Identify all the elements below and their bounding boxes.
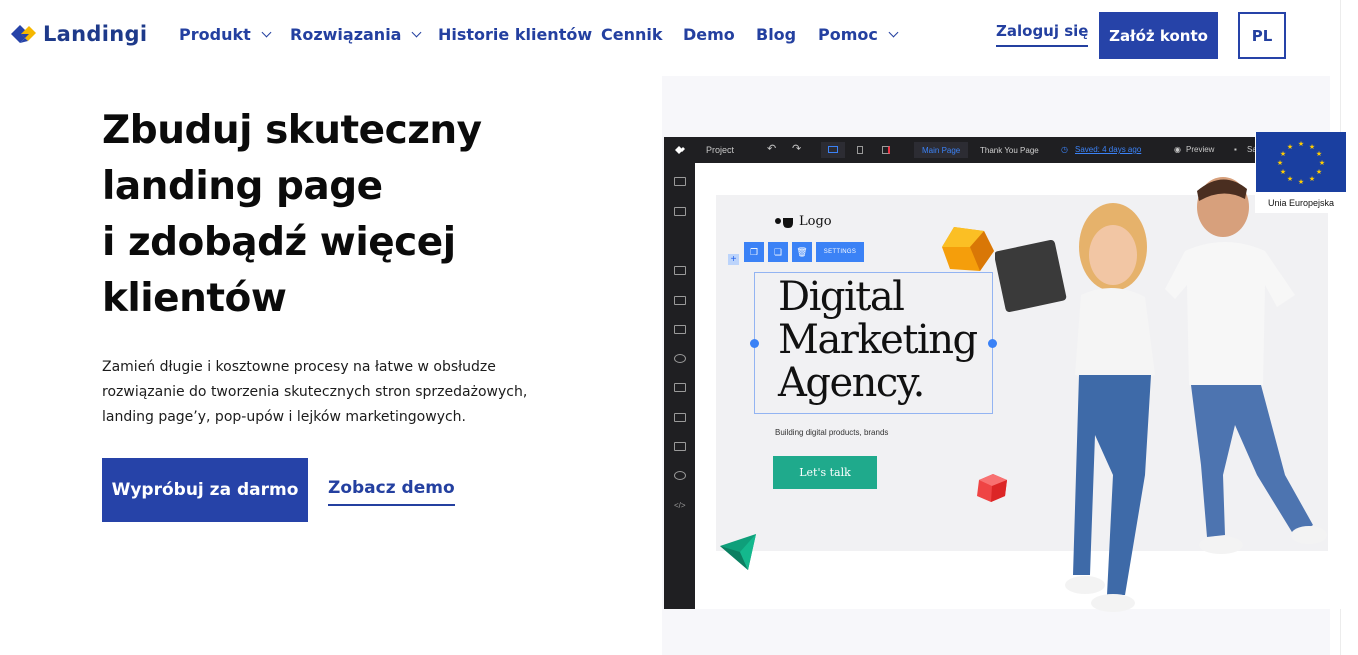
svg-text:★: ★ [1319,159,1325,167]
hero-description: Zamień długie i kosztowne procesy na łat… [102,359,528,425]
popup-view-icon [882,146,890,154]
happy-people-illustration [995,177,1327,612]
nav-label: Demo [683,25,735,44]
canvas-logo: Logo [774,214,832,229]
resize-handle-left [750,339,759,348]
landingi-logo-icon [675,146,685,154]
hero-title-part: i zdobądź [102,220,320,265]
chevron-down-icon [888,27,899,37]
preview-label: Preview [1186,145,1215,154]
svg-text:★: ★ [1287,175,1293,183]
redo-icon: ↷ [792,143,802,155]
logo-mark-icon [775,217,793,228]
canvas-headline: Digital Marketing Agency. [778,274,978,406]
editor-toolbar: Project ↶ ↷ Main Page Thank You Page ◷ S… [664,137,1344,163]
hero-title-bold: więcej [319,220,456,265]
orange-cube-icon [942,227,994,271]
svg-text:★: ★ [1287,143,1293,151]
trash-icon: 🗑 [792,242,812,262]
chevron-down-icon [261,27,272,37]
saved-status: Saved: 4 days ago [1075,145,1142,154]
nav-label: Blog [756,25,797,44]
hero-title-part: Zbuduj [102,108,266,153]
hero-title-bold: skuteczny [265,108,482,153]
save-icon: ▪ [1234,145,1237,154]
hero-title-bold: landing page [102,164,383,209]
try-free-button[interactable]: Wypróbuj za darmo [102,458,308,522]
section-icon [674,177,686,186]
eye-icon: ◉ [1174,145,1181,154]
hero-title-bold: klientów [102,276,287,321]
nav-item-demo[interactable]: Demo [683,25,735,44]
nav-label: Pomoc [818,25,878,44]
add-element-icon: + [728,254,739,265]
canvas-logo-text: Logo [799,214,832,229]
nav-label: Rozwiązania [290,25,402,44]
editor-project-label: Project [706,145,735,155]
code-widget-icon: </> [674,501,686,510]
nav-item-cennik[interactable]: Cennik [601,25,663,44]
svg-text:★: ★ [1277,159,1283,167]
duplicate-icon: ❏ [768,242,788,262]
see-demo-link[interactable]: Zobacz demo [328,478,455,506]
svg-text:★: ★ [1298,140,1304,148]
timer-widget-icon [674,471,686,480]
landingi-logo-icon [11,25,36,43]
editor-sidebar: </> [664,163,695,609]
green-pyramid-icon [720,534,756,570]
tab-thank-you-page: Thank You Page [980,145,1039,155]
svg-text:★: ★ [1309,143,1315,151]
headline-line: Marketing [778,317,978,363]
svg-text:★: ★ [1280,150,1286,158]
svg-text:★: ★ [1298,178,1304,186]
hero-title: Zbuduj skuteczny landing page i zdobądź … [102,103,622,327]
brand-name: Landingi [43,22,148,46]
login-link[interactable]: Zaloguj się [996,22,1089,47]
nav-label: Cennik [601,25,663,44]
undo-icon: ↶ [767,143,777,155]
svg-text:★: ★ [1280,168,1286,176]
brand-logo[interactable]: Landingi [9,20,147,48]
box-widget-icon [674,442,686,451]
shapes-widget-icon [674,354,686,363]
nav-label: Historie klientów [438,25,593,44]
eu-stars-icon: ★ ★★ ★★★ ★★★ ★★★ [1277,140,1325,186]
layout-icon [674,266,686,275]
canvas-subline: Building digital products, brands [775,428,889,437]
signup-button[interactable]: Załóż konto [1099,12,1218,59]
form-widget-icon [674,413,686,422]
selection-toolbar: ❐ ❏ 🗑 SETTINGS [744,242,864,262]
tab-main-page: Main Page [914,142,969,158]
top-navigation: Landingi Produkt Rozwiązania Historie kl… [0,0,1358,70]
settings-button: SETTINGS [816,242,864,262]
nav-item-blog[interactable]: Blog [756,25,796,44]
language-switcher[interactable]: PL [1238,12,1286,59]
nav-item-historie-klientow[interactable]: Historie klientów [438,25,592,44]
nav-label: Produkt [179,25,251,44]
mobile-view-icon [857,146,863,154]
headline-line: Digital [778,274,905,320]
nav-item-rozwiazania[interactable]: Rozwiązania [290,25,422,44]
button-widget-icon [674,296,686,305]
svg-text:★: ★ [1309,175,1315,183]
image-widget-icon [674,325,686,334]
nav-item-pomoc[interactable]: Pomoc [818,25,899,44]
svg-text:★: ★ [1316,150,1322,158]
lets-talk-button: Let's talk [773,456,877,489]
headline-line: Agency. [778,360,925,406]
video-widget-icon [674,383,686,392]
desktop-view-icon [821,142,845,158]
block-icon [674,207,686,216]
clock-icon: ◷ [1061,145,1068,154]
eu-label: Unia Europejska [1267,198,1335,208]
eu-flag: ★ ★ ★ ★ ★ ★ ★ ★ ★ ★ ★ ★ [1256,132,1346,192]
copy-icon: ❐ [744,242,764,262]
svg-text:★: ★ [1316,168,1322,176]
chevron-down-icon [412,27,422,37]
nav-item-produkt[interactable]: Produkt [179,25,272,44]
